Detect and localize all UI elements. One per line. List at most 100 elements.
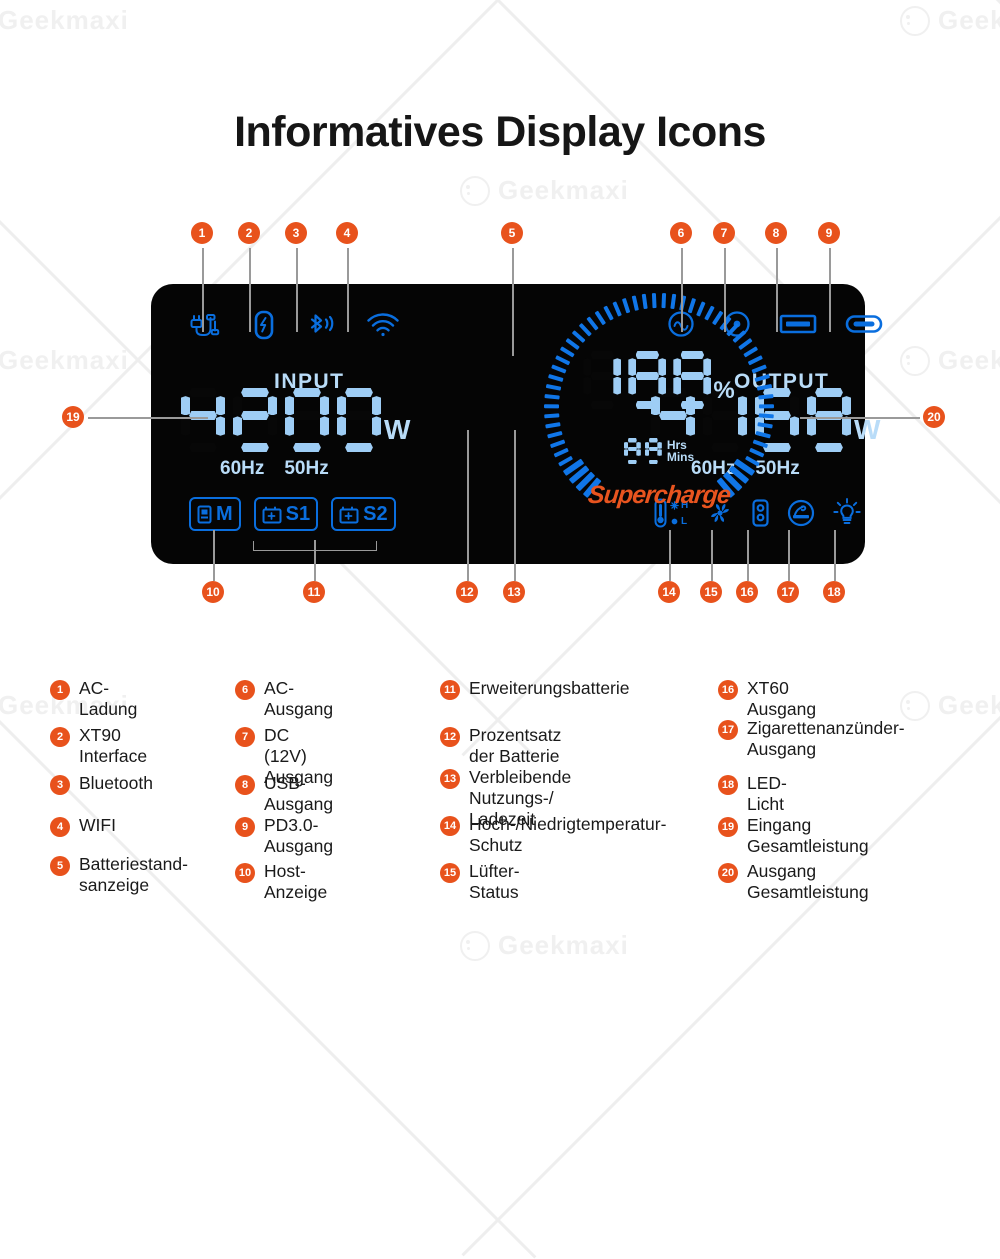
xt90-interface-icon[interactable] [254, 310, 274, 340]
legend-item-17[interactable]: 17 Zigarettenanzünder- Ausgang [718, 718, 905, 760]
usb-output-icon[interactable] [779, 313, 817, 335]
legend-label-11: Erweiterungsbatterie [469, 678, 630, 698]
watermark-logo-icon [460, 930, 490, 961]
legend-item-14[interactable]: 14 Hoch-/Niedrigtemperatur- Schutz [440, 814, 666, 856]
legend-label-9: PD3.0-Ausgang [264, 815, 334, 856]
legend-label-2: XT90 Interface [79, 725, 148, 766]
callout-marker-3[interactable]: 3 [285, 222, 307, 244]
legend-number-19: 19 [718, 817, 738, 837]
legend-label-8: USB-Ausgang [264, 773, 334, 814]
callout-marker-19[interactable]: 19 [62, 406, 84, 428]
callout-marker-18[interactable]: 18 [823, 581, 845, 603]
watermark-8: Geekmaxi [900, 345, 1000, 376]
legend-item-15[interactable]: 15 Lüfter-Status [440, 861, 520, 903]
callout-marker-15[interactable]: 15 [700, 581, 722, 603]
legend-label-1: AC-Ladung [79, 678, 138, 719]
callout-marker-14[interactable]: 14 [658, 581, 680, 603]
callout-line-14 [669, 530, 671, 581]
supercharge-brand-text: Supercharge [586, 481, 732, 509]
watermark-2: Geekmaxi [460, 175, 629, 206]
legend-item-9[interactable]: 9 PD3.0-Ausgang [235, 815, 333, 857]
legend-item-2[interactable]: 2 XT90 Interface [50, 725, 147, 767]
legend-item-20[interactable]: 20 Ausgang Gesamtleistung [718, 861, 869, 903]
legend-label-19: Eingang Gesamtleistung [747, 815, 869, 856]
callout-marker-4[interactable]: 4 [336, 222, 358, 244]
legend-number-3: 3 [50, 775, 70, 795]
input-unit: W [384, 414, 411, 445]
remaining-time-unit: Hrs Mins [667, 439, 694, 463]
callout-marker-17[interactable]: 17 [777, 581, 799, 603]
watermark-text: Geekmaxi [938, 345, 1000, 375]
callout-marker-20[interactable]: 20 [923, 406, 945, 428]
legend-label-14: Hoch-/Niedrigtemperatur- Schutz [469, 814, 667, 855]
bluetooth-icon[interactable] [305, 311, 335, 339]
callout-line-17 [788, 530, 790, 581]
battery-level-gauge: % Hrs Mins Supercharge [543, 293, 775, 523]
callout-marker-11[interactable]: 11 [303, 581, 325, 603]
cigarette-lighter-output-icon[interactable] [787, 499, 815, 527]
callout-line-20 [800, 417, 920, 419]
legend-item-10[interactable]: 10 Host-Anzeige [235, 861, 327, 903]
host-indicator-box[interactable]: M [189, 497, 241, 531]
page-title: Informatives Display Icons [234, 108, 766, 156]
legend-item-19[interactable]: 19 Eingang Gesamtleistung [718, 815, 869, 857]
legend-item-5[interactable]: 5 Batteriestand- sanzeige [50, 854, 188, 896]
callout-line-13 [514, 430, 516, 581]
legend-item-16[interactable]: 16 XT60 Ausgang [718, 678, 816, 720]
watermark-text: Geekmaxi [498, 930, 629, 960]
input-freq-50hz[interactable]: 50Hz [284, 458, 328, 480]
led-light-icon[interactable] [833, 498, 861, 528]
callout-marker-8[interactable]: 8 [765, 222, 787, 244]
callout-marker-16[interactable]: 16 [736, 581, 758, 603]
mins-label: Mins [666, 450, 695, 464]
callout-line-12 [467, 430, 469, 581]
ac-charging-icon[interactable] [189, 310, 223, 340]
pd30-output-icon[interactable] [845, 313, 883, 335]
callout-marker-5[interactable]: 5 [501, 222, 523, 244]
input-freq-60hz[interactable]: 60Hz [220, 458, 264, 480]
legend-item-3[interactable]: 3 Bluetooth [50, 773, 153, 795]
expansion-battery-s2-box[interactable]: S2 [331, 497, 396, 531]
legend-label-4: WIFI [79, 815, 116, 835]
lcd-display-panel: INPUT W 60Hz 50Hz M S1 S2 OUTPUT W 60Hz … [151, 284, 883, 564]
legend-item-6[interactable]: 6 AC-Ausgang [235, 678, 333, 720]
host-indicator-label: M [216, 502, 233, 525]
watermark-7: Geekmaxi [900, 5, 1000, 36]
battery-indicator-row: M S1 S2 [189, 497, 396, 531]
legend-label-6: AC-Ausgang [264, 678, 334, 719]
callout-marker-13[interactable]: 13 [503, 581, 525, 603]
wifi-icon[interactable] [366, 312, 400, 338]
callout-line-3 [296, 248, 298, 332]
legend-item-11[interactable]: 11 Erweiterungsbatterie [440, 678, 630, 700]
expansion-battery-s1-box[interactable]: S1 [253, 497, 319, 531]
legend-list: 1 AC-Ladung 2 XT90 Interface 3 Bluetooth 4 WIFI… [0, 668, 1000, 908]
watermark-diagonal-8 [0, 0, 100, 537]
legend-number-6: 6 [235, 680, 255, 700]
legend-item-8[interactable]: 8 USB-Ausgang [235, 773, 333, 815]
input-digits [181, 388, 381, 452]
output-unit: W [854, 414, 881, 445]
legend-label-3: Bluetooth [79, 773, 153, 793]
input-power-value: W [181, 388, 410, 452]
expansion-battery-bracket [253, 541, 377, 551]
callout-marker-1[interactable]: 1 [191, 222, 213, 244]
callout-marker-10[interactable]: 10 [202, 581, 224, 603]
callout-marker-7[interactable]: 7 [713, 222, 735, 244]
watermark-diagonal-4 [897, 0, 1000, 539]
callout-line-8 [776, 248, 778, 332]
legend-label-15: Lüfter-Status [469, 861, 520, 902]
legend-item-4[interactable]: 4 WIFI [50, 815, 116, 837]
legend-number-18: 18 [718, 775, 738, 795]
legend-number-9: 9 [235, 817, 255, 837]
legend-item-12[interactable]: 12 Prozentsatz der Batterie [440, 725, 561, 767]
watermark-logo-icon [900, 345, 930, 376]
legend-item-18[interactable]: 18 LED-Licht [718, 773, 787, 815]
callout-marker-12[interactable]: 12 [456, 581, 478, 603]
legend-item-1[interactable]: 1 AC-Ladung [50, 678, 137, 720]
expansion-battery-s2-label: S2 [363, 502, 388, 525]
watermark-logo-icon [460, 175, 490, 206]
callout-marker-6[interactable]: 6 [670, 222, 692, 244]
callout-marker-2[interactable]: 2 [238, 222, 260, 244]
legend-label-12: Prozentsatz der Batterie [469, 725, 562, 766]
callout-marker-9[interactable]: 9 [818, 222, 840, 244]
